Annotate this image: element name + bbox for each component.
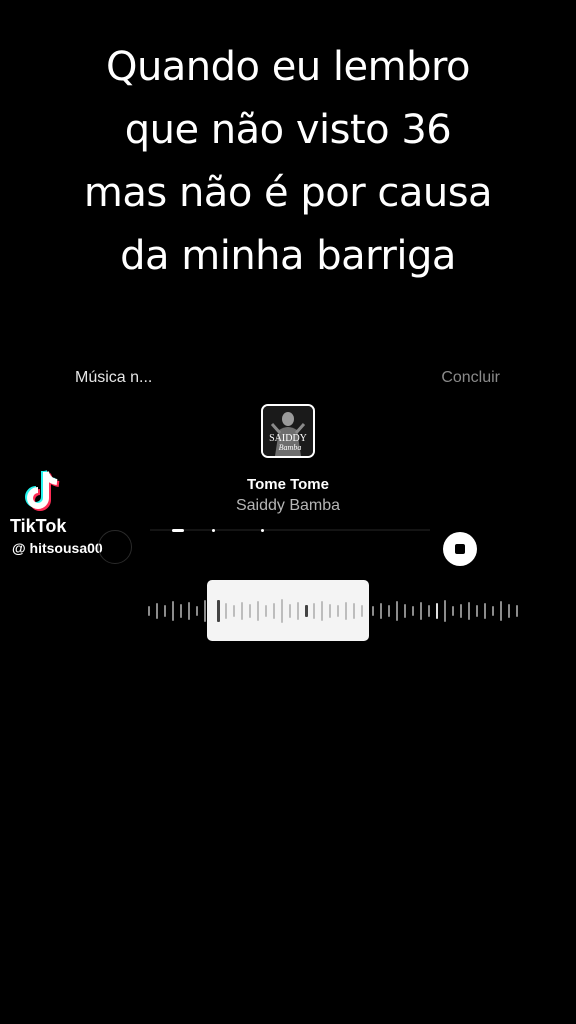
waveform-bar	[420, 602, 422, 620]
selector-waveform-bar	[249, 603, 251, 618]
selector-waveform-bar	[273, 602, 275, 619]
progress-track	[150, 529, 430, 532]
music-picker-label: Música n...	[75, 369, 153, 386]
selector-waveform-bar	[257, 600, 259, 621]
selector-waveform-bar	[361, 604, 363, 617]
selector-waveform-bar	[297, 601, 299, 620]
song-title: Tome Tome	[247, 476, 329, 493]
waveform-bar	[164, 605, 166, 617]
selector-waveform-bar	[353, 602, 355, 619]
clip-selector[interactable]	[207, 580, 369, 641]
waveform-bar	[380, 603, 382, 619]
selector-waveform-bar	[217, 599, 220, 622]
stop-button[interactable]	[443, 532, 477, 566]
selector-waveform-bar	[225, 602, 227, 619]
selector-waveform-bar	[241, 601, 243, 620]
selector-waveform-bar	[329, 603, 331, 618]
tiktok-logo-icon	[24, 468, 66, 514]
caption-text: Quando eu lembro que não visto 36 mas nã…	[0, 36, 576, 288]
play-position-indicator	[98, 530, 132, 564]
selector-waveform-bar	[289, 603, 291, 618]
svg-text:Bamba: Bamba	[279, 443, 302, 452]
song-artist: Saiddy Bamba	[235, 497, 341, 514]
progress-dot	[261, 529, 264, 532]
album-art-image: SAIDDY Bamba	[263, 406, 313, 456]
waveform-bar	[436, 603, 438, 619]
waveform-bar	[468, 602, 470, 620]
waveform-bar	[196, 606, 198, 616]
caption-line: mas não é por causa	[83, 170, 493, 216]
progress-dot	[212, 529, 215, 532]
waveform-bar	[396, 601, 398, 621]
progress-dot	[172, 529, 184, 532]
waveform-bar	[484, 603, 486, 619]
waveform-bar	[204, 600, 206, 622]
waveform-bar	[172, 601, 174, 621]
waveform-bar	[508, 604, 510, 618]
selector-waveform-bar	[345, 601, 347, 620]
caption-line: da minha barriga	[120, 233, 456, 279]
caption-line: Quando eu lembro	[105, 44, 471, 90]
waveform-bar	[452, 606, 454, 616]
waveform-bar	[188, 602, 190, 620]
tiktok-brand: TikTok	[10, 516, 67, 536]
caption-line: que não visto 36	[124, 107, 452, 153]
waveform-bar	[412, 606, 414, 616]
waveform-bar	[156, 603, 158, 619]
tiktok-username: @ hitsousa00	[12, 540, 103, 556]
selector-waveform-bar	[313, 602, 315, 619]
waveform-bar	[444, 600, 446, 622]
selector-waveform-bar	[337, 604, 339, 617]
done-button[interactable]: Concluir	[441, 369, 500, 387]
waveform-bar	[460, 604, 462, 618]
waveform-bar	[476, 605, 478, 617]
selector-waveform-bar	[305, 604, 308, 617]
music-picker-header: Música n... Concluir	[75, 366, 500, 390]
waveform-bar	[388, 605, 390, 617]
album-art: SAIDDY Bamba	[261, 404, 315, 458]
waveform-bar	[148, 606, 150, 616]
waveform-bar	[492, 606, 494, 616]
stop-icon	[455, 544, 465, 554]
waveform-bar	[404, 604, 406, 618]
waveform-bar	[500, 601, 502, 621]
selector-waveform-bar	[265, 604, 267, 617]
waveform-bar	[516, 605, 518, 617]
selector-waveform-bar	[321, 600, 323, 621]
selector-waveform-bar	[233, 604, 235, 617]
waveform-bar	[372, 606, 374, 616]
selector-waveform-bar	[281, 598, 283, 623]
waveform-bar	[180, 604, 182, 618]
waveform-bar	[428, 605, 430, 617]
